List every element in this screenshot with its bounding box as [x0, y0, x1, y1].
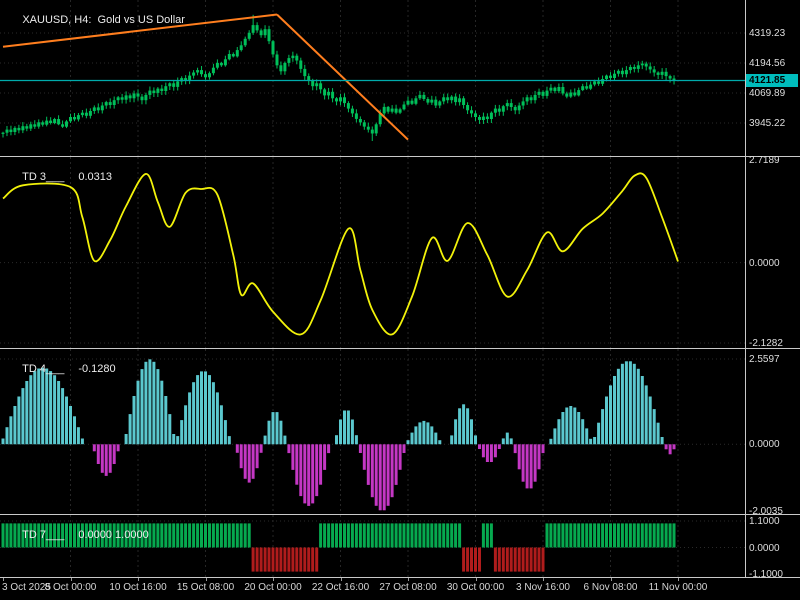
current-price-badge: 4121.85 [746, 74, 798, 88]
time-tick [138, 578, 139, 581]
price-axis[interactable]: 4121.85 4319.23 4194.56 4069.89 3945.22 2.71… [746, 0, 800, 580]
td7-indicator-panel: TD 7___ 0.0000 1.0000 [0, 515, 745, 577]
time-axis-label: 11 Nov 00:00 [648, 582, 708, 593]
time-tick [408, 578, 409, 581]
current-price-text: 4121.85 [749, 75, 786, 87]
td7-name: TD 7___ [22, 529, 65, 541]
axis-label: 0.0000 [749, 542, 780, 554]
td4-value: -0.1280 [78, 363, 116, 375]
time-tick [205, 578, 207, 581]
td4-label: TD 4___ -0.1280 [4, 351, 116, 387]
td4-indicator-panel: TD 4___ -0.1280 [0, 349, 745, 514]
axis-label: 4069.89 [749, 88, 786, 99]
axis-label: 3945.22 [749, 118, 786, 129]
time-axis-label: 8 Oct 00:00 [44, 582, 97, 593]
time-tick [340, 578, 342, 581]
td3-indicator-panel: TD 3___ 0.0313 [0, 157, 745, 348]
time-axis-label: 30 Oct 00:00 [446, 582, 505, 593]
time-axis-label: 15 Oct 08:00 [176, 582, 235, 593]
time-tick [475, 578, 477, 581]
time-axis[interactable]: 3 Oct 2025 8 Oct 00:00 10 Oct 16:00 15 Oct … [0, 578, 800, 600]
time-tick [70, 578, 72, 581]
price-chart-panel: XAUUSD, H4: Gold vs US Dollar [0, 0, 745, 156]
symbol-label: XAUUSD, H4: Gold vs US Dollar [4, 2, 185, 38]
time-axis-label: 6 Nov 08:00 [583, 582, 638, 593]
td7-value: 0.0000 1.0000 [78, 529, 149, 541]
axis-label: 4194.56 [749, 58, 786, 69]
axis-label: 0.0000 [749, 257, 780, 269]
time-tick [678, 578, 679, 581]
axis-label: 2.5597 [749, 354, 780, 365]
time-tick [610, 578, 612, 581]
time-tick [543, 578, 544, 581]
axis-label: 0.0000 [749, 439, 780, 451]
time-axis-label: 10 Oct 16:00 [109, 582, 167, 593]
time-tick [3, 578, 4, 581]
axis-label: 4319.23 [749, 28, 786, 39]
time-axis-label: 3 Nov 16:00 [516, 582, 570, 593]
panel-divider[interactable] [0, 514, 800, 515]
trading-terminal: XAUUSD, H4: Gold vs US Dollar TD 3___ 0.0… [0, 0, 800, 600]
time-axis-label: 20 Oct 00:00 [244, 582, 302, 593]
time-axis-label: 22 Oct 16:00 [311, 582, 370, 593]
symbol-title: XAUUSD, H4: Gold vs US Dollar [22, 14, 185, 26]
time-axis-label: 27 Oct 08:00 [379, 582, 437, 593]
td3-label: TD 3___ 0.0313 [4, 159, 112, 195]
td3-value: 0.0313 [78, 171, 112, 183]
axis-label: -2.1282 [749, 338, 783, 349]
time-tick [273, 578, 274, 581]
td4-name: TD 4___ [22, 363, 65, 375]
time-axis-label: 3 Oct 2025 [2, 582, 51, 593]
td7-label: TD 7___ 0.0000 1.0000 [4, 517, 149, 553]
panel-divider[interactable] [0, 348, 800, 349]
axis-label: 2.7189 [749, 155, 780, 166]
panel-divider[interactable] [0, 156, 800, 157]
td3-name: TD 3___ [22, 171, 65, 183]
axis-label: 1.1000 [749, 516, 780, 527]
